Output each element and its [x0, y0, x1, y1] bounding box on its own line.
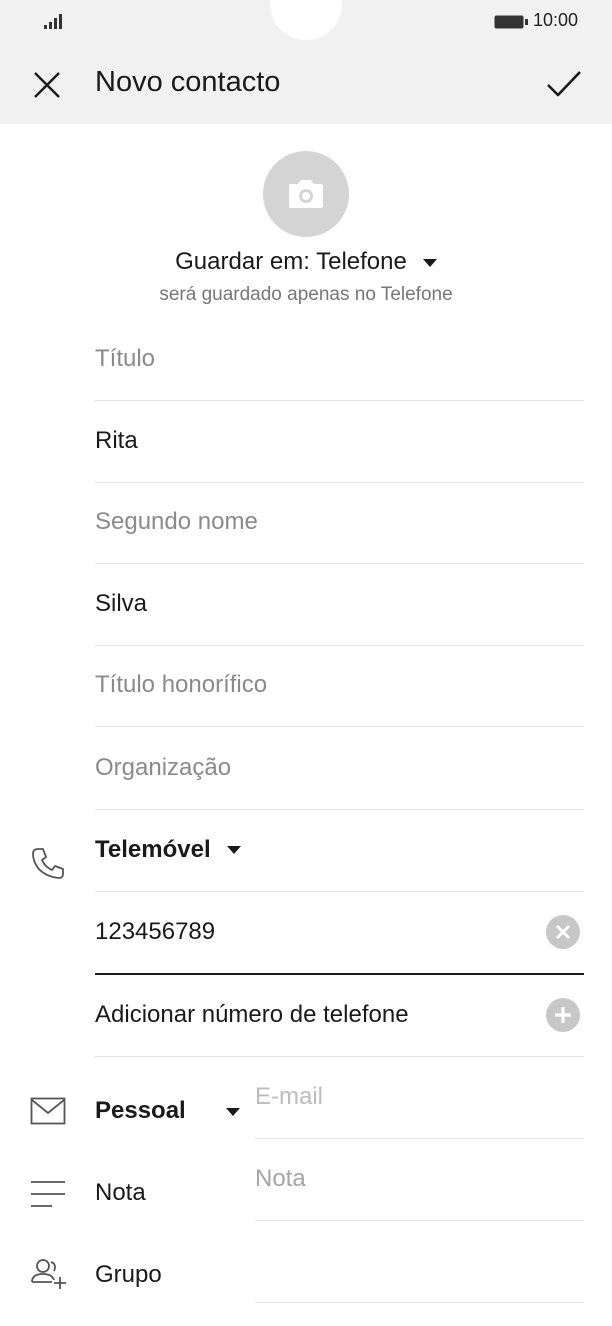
organization-field[interactable]: Organização	[95, 727, 584, 810]
email-placeholder: E-mail	[255, 1083, 324, 1110]
save-location-hint: será guardado apenas no Telefone	[159, 284, 453, 305]
first-name-field[interactable]: Rita	[95, 400, 584, 483]
clear-icon	[555, 924, 571, 940]
title-field[interactable]: Título	[95, 318, 584, 401]
title-placeholder: Título	[95, 345, 156, 372]
last-name-value: Silva	[95, 590, 148, 617]
display-notch	[270, 0, 342, 40]
first-name-value: Rita	[95, 427, 138, 454]
group-add-icon	[31, 1259, 66, 1289]
phone-type-dropdown[interactable]: Telemóvel	[95, 809, 584, 892]
email-type-dropdown[interactable]: Pessoal	[95, 1070, 186, 1152]
page-title: Novo contacto	[95, 66, 281, 98]
dropdown-arrow-icon	[422, 258, 437, 267]
email-input[interactable]: E-mail	[255, 1056, 584, 1139]
add-phone-label: Adicionar número de telefone	[95, 1001, 409, 1028]
email-icon	[30, 1097, 66, 1125]
honorific-field[interactable]: Título honorífico	[95, 644, 584, 727]
email-type-label: Pessoal	[95, 1097, 186, 1124]
add-phone-row[interactable]: Adicionar número de telefone	[95, 974, 584, 1057]
camera-icon	[289, 180, 323, 208]
plus-icon	[555, 1007, 571, 1023]
check-icon[interactable]	[546, 68, 582, 100]
middle-name-field[interactable]: Segundo nome	[95, 481, 584, 564]
note-icon	[31, 1181, 65, 1207]
close-icon[interactable]	[32, 70, 62, 100]
phone-number-value: 123456789	[95, 918, 216, 945]
last-name-field[interactable]: Silva	[95, 563, 584, 646]
organization-placeholder: Organização	[95, 754, 232, 781]
honorific-placeholder: Título honorífico	[95, 671, 268, 698]
note-placeholder: Nota	[255, 1165, 306, 1192]
save-location-label: Guardar em: Telefone	[175, 248, 407, 275]
dropdown-arrow-icon	[227, 846, 241, 854]
battery-icon	[494, 15, 528, 29]
middle-name-placeholder: Segundo nome	[95, 508, 258, 535]
add-phone-button[interactable]	[546, 998, 580, 1032]
save-location-dropdown[interactable]: Guardar em: Telefone	[0, 248, 612, 276]
status-time: 10:00	[533, 10, 579, 30]
note-label: Nota	[95, 1179, 146, 1206]
photo-button[interactable]	[263, 151, 349, 237]
dropdown-arrow-icon[interactable]	[226, 1108, 240, 1116]
clear-button[interactable]	[546, 915, 580, 949]
note-input[interactable]: Nota	[255, 1138, 584, 1221]
group-label: Grupo	[95, 1261, 162, 1288]
phone-type-label: Telemóvel	[95, 836, 211, 863]
group-selector[interactable]	[255, 1220, 584, 1303]
top-bar: 10:00 Novo contacto	[0, 0, 612, 124]
phone-number-input[interactable]: 123456789	[95, 891, 584, 975]
signal-icon	[44, 14, 62, 29]
phone-icon	[32, 848, 64, 879]
